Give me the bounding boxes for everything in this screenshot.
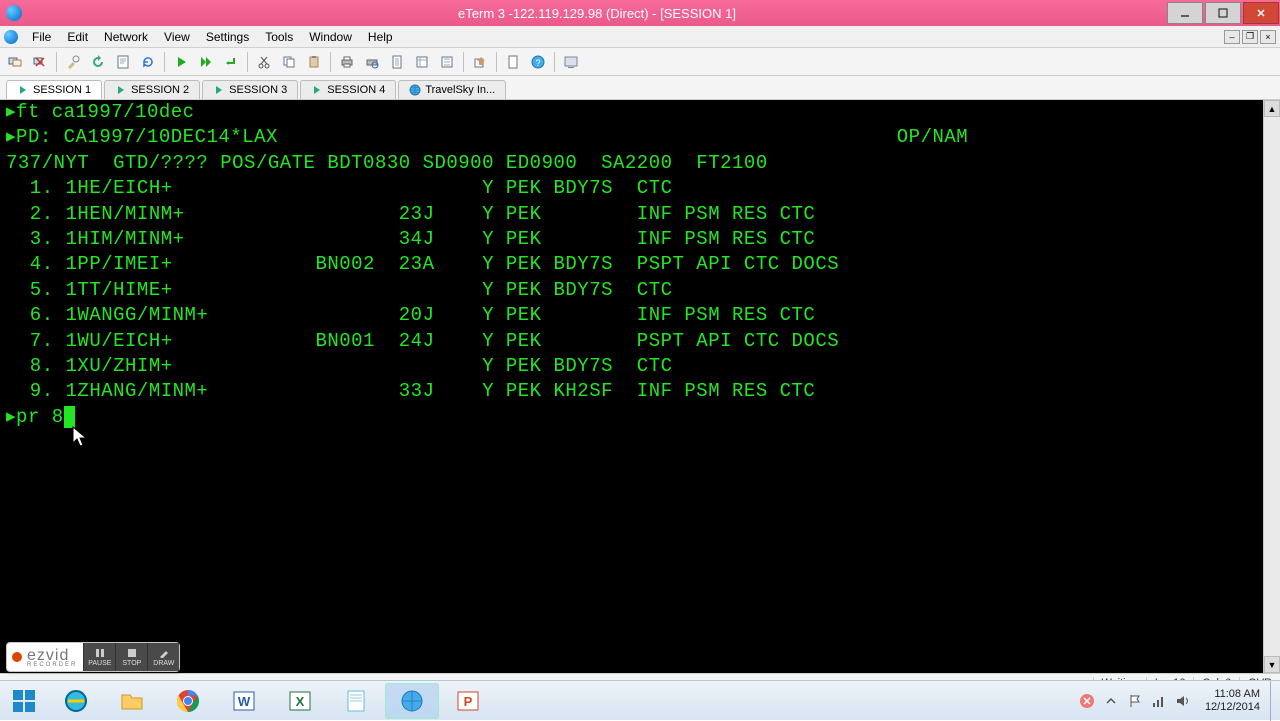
taskbar-notepad[interactable]: [329, 683, 383, 719]
menu-tools[interactable]: Tools: [257, 28, 301, 46]
taskbar-word[interactable]: W: [217, 683, 271, 719]
recorder-draw-button[interactable]: DRAW: [147, 643, 179, 671]
menu-settings[interactable]: Settings: [198, 28, 257, 46]
recorder-brand: ezvidRECORDER: [27, 647, 83, 668]
app-icon-small: [4, 30, 18, 44]
globe-icon: [409, 84, 421, 96]
session-icon: [213, 84, 225, 96]
session-tabbar: SESSION 1 SESSION 2 SESSION 3 SESSION 4 …: [0, 76, 1280, 100]
minimize-button[interactable]: [1167, 2, 1203, 24]
tab-travelsky[interactable]: TravelSky In...: [398, 80, 506, 99]
mdi-minimize-button[interactable]: –: [1224, 30, 1240, 44]
print-icon[interactable]: [336, 51, 358, 73]
disconnect-icon[interactable]: [29, 51, 51, 73]
recording-indicator-icon: [12, 652, 22, 662]
menubar: File Edit Network View Settings Tools Wi…: [0, 26, 1280, 48]
tab-session-4[interactable]: SESSION 4: [300, 80, 396, 99]
print-preview-icon[interactable]: [361, 51, 383, 73]
screen-recorder-toolbar: ezvidRECORDER PAUSE STOP DRAW: [6, 642, 180, 672]
export-icon[interactable]: [469, 51, 491, 73]
terminal-screen[interactable]: ▸ft ca1997/10dec ▸PD: CA1997/10DEC14*LAX…: [0, 100, 1280, 673]
tool-reload-icon[interactable]: [137, 51, 159, 73]
tray-app-icon[interactable]: [1079, 693, 1095, 709]
new-page-icon[interactable]: [502, 51, 524, 73]
tab-label: SESSION 1: [33, 84, 91, 96]
start-button[interactable]: [0, 681, 48, 721]
tray-chevron-up-icon[interactable]: [1103, 693, 1119, 709]
windows-taskbar: W X P 11:08 AM12/12/2014: [0, 680, 1280, 720]
tab-session-3[interactable]: SESSION 3: [202, 80, 298, 99]
svg-text:W: W: [238, 694, 251, 709]
taskbar-clock[interactable]: 11:08 AM12/12/2014: [1199, 688, 1266, 714]
terminal-icon[interactable]: [560, 51, 582, 73]
recorder-pause-button[interactable]: PAUSE: [83, 643, 115, 671]
menu-network[interactable]: Network: [96, 28, 156, 46]
scroll-down-button[interactable]: ▼: [1264, 656, 1280, 673]
menu-file[interactable]: File: [24, 28, 59, 46]
menu-window[interactable]: Window: [301, 28, 360, 46]
tab-session-2[interactable]: SESSION 2: [104, 80, 200, 99]
session-icon: [311, 84, 323, 96]
vertical-scrollbar[interactable]: ▲ ▼: [1263, 100, 1280, 673]
svg-text:?: ?: [535, 58, 540, 68]
window-titlebar: eTerm 3 -122.119.129.98 (Direct) - [SESS…: [0, 0, 1280, 26]
show-desktop-button[interactable]: [1270, 681, 1280, 721]
toolbar: ?: [0, 48, 1280, 76]
document-icon[interactable]: [386, 51, 408, 73]
tab-label: SESSION 3: [229, 84, 287, 96]
taskbar-explorer[interactable]: [105, 683, 159, 719]
tray-network-icon[interactable]: [1151, 693, 1167, 709]
tool-refresh-icon[interactable]: [87, 51, 109, 73]
form-icon[interactable]: [411, 51, 433, 73]
taskbar-chrome[interactable]: [161, 683, 215, 719]
tab-label: SESSION 2: [131, 84, 189, 96]
app-icon: [6, 5, 22, 21]
taskbar-ie[interactable]: [49, 683, 103, 719]
connect-icon[interactable]: [4, 51, 26, 73]
tab-session-1[interactable]: SESSION 1: [6, 80, 102, 99]
taskbar-powerpoint[interactable]: P: [441, 683, 495, 719]
paste-icon[interactable]: [303, 51, 325, 73]
copy-icon[interactable]: [278, 51, 300, 73]
scroll-track[interactable]: [1264, 117, 1280, 656]
session-icon: [17, 84, 29, 96]
svg-text:X: X: [296, 694, 305, 709]
recorder-stop-button[interactable]: STOP: [115, 643, 147, 671]
mdi-close-button[interactable]: ×: [1260, 30, 1276, 44]
list-icon[interactable]: [436, 51, 458, 73]
svg-text:P: P: [464, 694, 473, 709]
cut-icon[interactable]: [253, 51, 275, 73]
menu-view[interactable]: View: [156, 28, 198, 46]
system-tray: 11:08 AM12/12/2014: [1079, 681, 1270, 720]
tab-label: SESSION 4: [327, 84, 385, 96]
tray-flag-icon[interactable]: [1127, 693, 1143, 709]
mdi-restore-button[interactable]: ❐: [1242, 30, 1258, 44]
close-button[interactable]: [1243, 2, 1279, 24]
maximize-button[interactable]: [1205, 2, 1241, 24]
taskbar-eterm[interactable]: [385, 683, 439, 719]
help-icon[interactable]: ?: [527, 51, 549, 73]
play-all-icon[interactable]: [195, 51, 217, 73]
tool-wrench-icon[interactable]: [62, 51, 84, 73]
menu-help[interactable]: Help: [360, 28, 401, 46]
return-icon[interactable]: [220, 51, 242, 73]
session-icon: [115, 84, 127, 96]
window-title: eTerm 3 -122.119.129.98 (Direct) - [SESS…: [28, 6, 1166, 21]
tab-label: TravelSky In...: [425, 84, 495, 96]
tool-page-icon[interactable]: [112, 51, 134, 73]
menu-edit[interactable]: Edit: [59, 28, 96, 46]
scroll-up-button[interactable]: ▲: [1264, 100, 1280, 117]
play-icon[interactable]: [170, 51, 192, 73]
taskbar-excel[interactable]: X: [273, 683, 327, 719]
tray-volume-icon[interactable]: [1175, 693, 1191, 709]
